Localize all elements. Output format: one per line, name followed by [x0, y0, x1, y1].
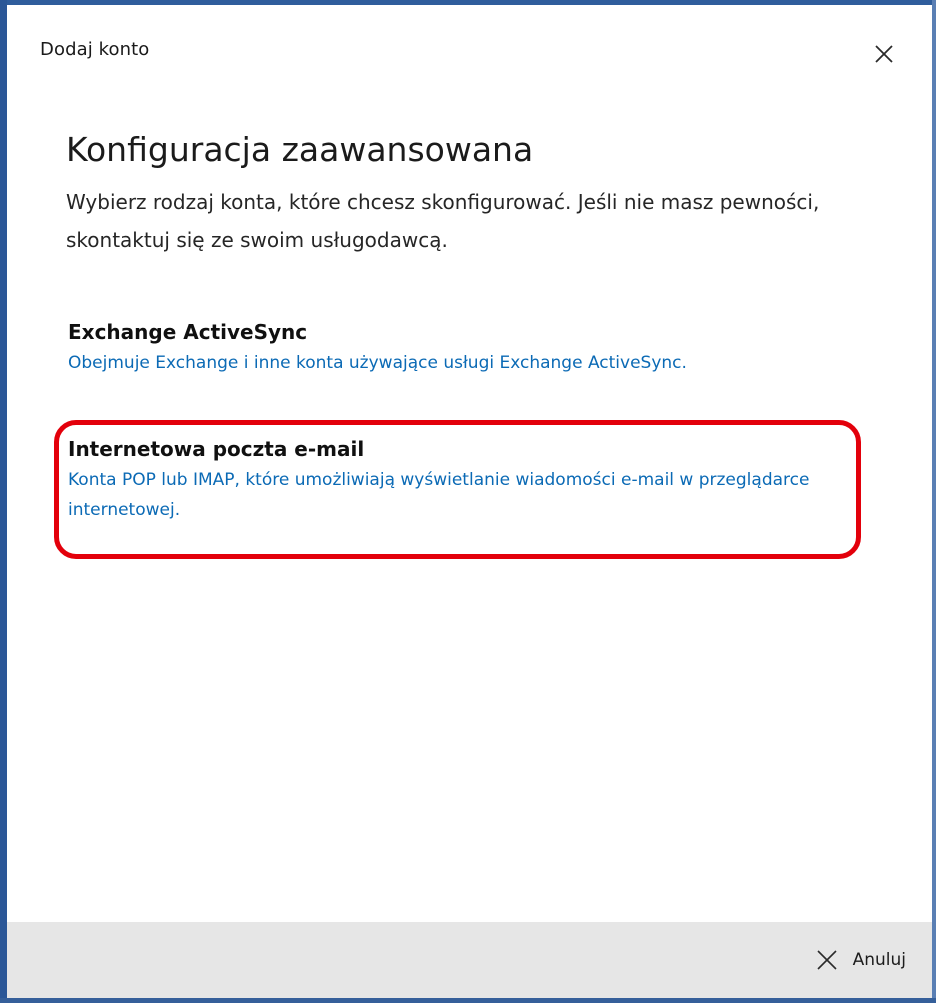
- cancel-label: Anuluj: [852, 950, 906, 970]
- window-frame-right: [932, 0, 936, 1003]
- page-heading: Konfiguracja zaawansowana: [66, 130, 534, 169]
- window-frame-left: [0, 0, 7, 1003]
- close-icon: [817, 950, 837, 970]
- close-icon: [875, 45, 893, 63]
- window-frame-top: [0, 0, 936, 5]
- option-exchange-activesync[interactable]: Exchange ActiveSync Obejmuje Exchange i …: [68, 318, 868, 378]
- add-account-dialog: Dodaj konto Konfiguracja zaawansowana Wy…: [0, 0, 936, 1003]
- page-description: Wybierz rodzaj konta, które chcesz skonf…: [66, 190, 820, 252]
- option-description: Obejmuje Exchange i inne konta używające…: [68, 353, 687, 373]
- window-frame-bottom: [0, 998, 936, 1003]
- cancel-button[interactable]: Anuluj: [815, 942, 906, 978]
- option-internet-email[interactable]: Internetowa poczta e-mail Konta POP lub …: [68, 435, 858, 525]
- close-button[interactable]: [858, 30, 910, 78]
- option-title: Exchange ActiveSync: [68, 320, 308, 344]
- dialog-title: Dodaj konto: [40, 39, 150, 60]
- option-title: Internetowa poczta e-mail: [68, 437, 365, 461]
- dialog-footer: Anuluj: [7, 922, 932, 998]
- option-description: Konta POP lub IMAP, które umożliwiają wy…: [68, 470, 810, 520]
